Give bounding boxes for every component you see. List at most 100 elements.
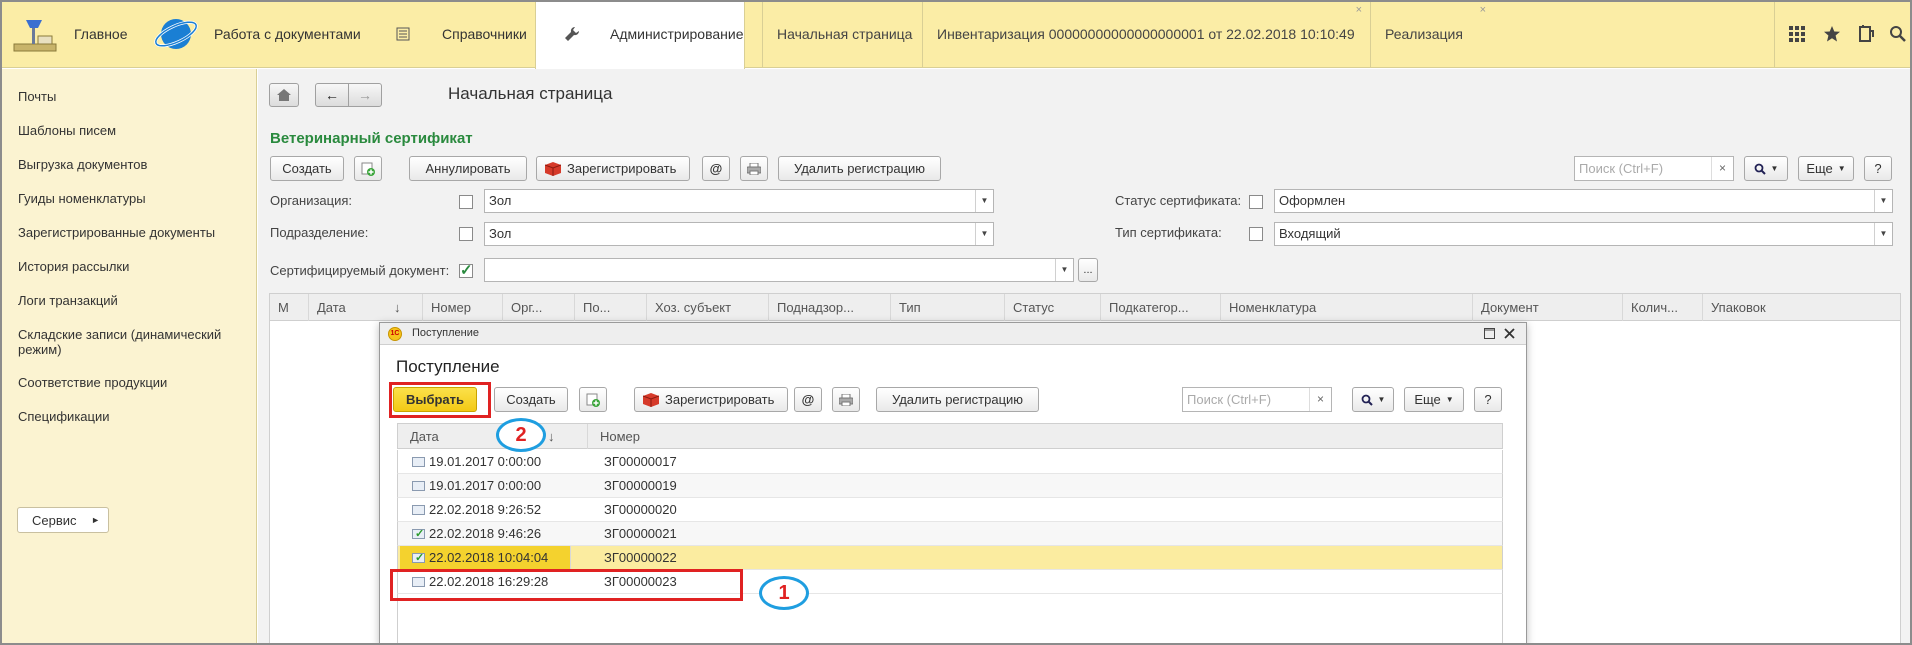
row-number: ЗГ00000022 bbox=[604, 550, 677, 565]
register-button[interactable]: Зарегистрировать bbox=[536, 156, 690, 181]
search-input[interactable]: Поиск (Ctrl+F) × bbox=[1574, 156, 1734, 181]
table-row[interactable]: 19.01.2017 0:00:00 ЗГ00000019 bbox=[397, 474, 1503, 498]
sidebar-item-specs[interactable]: Спецификации bbox=[18, 409, 243, 424]
home-button[interactable] bbox=[269, 83, 299, 107]
search-options-button[interactable]: ▼ bbox=[1744, 156, 1788, 181]
column-m[interactable]: М bbox=[270, 294, 308, 321]
sidebar-item-registered[interactable]: Зарегистрированные документы bbox=[18, 225, 243, 240]
navigation-panel: Почты Шаблоны писем Выгрузка документов … bbox=[0, 69, 257, 645]
history-icon[interactable] bbox=[1857, 25, 1875, 43]
chevron-right-icon: ► bbox=[91, 515, 100, 525]
column-organization[interactable]: Орг... bbox=[502, 294, 574, 321]
favorites-star-icon[interactable] bbox=[1823, 25, 1841, 43]
type-field[interactable]: Входящий ▼ bbox=[1274, 222, 1893, 246]
more-button[interactable]: Еще ▼ bbox=[1404, 387, 1464, 412]
section-documents[interactable]: Работа с документами bbox=[140, 0, 370, 68]
back-button[interactable]: ← bbox=[315, 83, 349, 107]
table-row[interactable]: 19.01.2017 0:00:00 ЗГ00000017 bbox=[397, 450, 1503, 474]
email-button[interactable]: @ bbox=[702, 156, 730, 181]
column-number[interactable]: Номер bbox=[588, 424, 788, 449]
help-button[interactable]: ? bbox=[1864, 156, 1892, 181]
section-main[interactable]: Главное bbox=[0, 0, 140, 68]
sidebar-item-warehouse[interactable]: Складские записи (динамический режим) bbox=[18, 327, 243, 357]
certified-doc-checkbox[interactable] bbox=[459, 261, 473, 279]
forward-button[interactable]: → bbox=[348, 83, 382, 107]
organization-value: Зол bbox=[489, 193, 512, 208]
column-number[interactable]: Номер bbox=[422, 294, 502, 321]
search-icon[interactable] bbox=[1889, 25, 1907, 43]
section-administration[interactable]: Администрирование bbox=[535, 0, 745, 69]
sidebar-item-mail[interactable]: Почты bbox=[18, 89, 243, 104]
clear-search-icon[interactable]: × bbox=[1309, 388, 1331, 411]
clear-search-icon[interactable]: × bbox=[1711, 157, 1733, 180]
dropdown-arrow-icon[interactable]: ▼ bbox=[975, 190, 993, 212]
subdivision-checkbox[interactable] bbox=[459, 227, 473, 241]
sidebar-item-logs[interactable]: Логи транзакций bbox=[18, 293, 243, 308]
sidebar-item-guids[interactable]: Гуиды номенклатуры bbox=[18, 191, 243, 206]
column-date[interactable]: Дата bbox=[308, 294, 386, 321]
certified-doc-field[interactable]: ▼ bbox=[484, 258, 1074, 282]
create-copy-button[interactable] bbox=[354, 156, 382, 181]
status-field[interactable]: Оформлен ▼ bbox=[1274, 189, 1893, 213]
print-button[interactable] bbox=[832, 387, 860, 412]
create-button[interactable]: Создать bbox=[494, 387, 568, 412]
dropdown-arrow-icon[interactable]: ▼ bbox=[1055, 259, 1073, 281]
search-input[interactable]: Поиск (Ctrl+F) × bbox=[1182, 387, 1332, 412]
sort-arrow-icon[interactable]: ↓ bbox=[548, 424, 572, 449]
sidebar-item-products[interactable]: Соответствие продукции bbox=[18, 375, 243, 390]
select-document-button[interactable]: ... bbox=[1078, 258, 1098, 282]
sidebar-item-history[interactable]: История рассылки bbox=[18, 259, 243, 274]
create-copy-button[interactable] bbox=[579, 387, 607, 412]
status-checkbox[interactable] bbox=[1249, 195, 1263, 209]
column-subcategory[interactable]: Подкатегор... bbox=[1100, 294, 1220, 321]
delete-registration-button[interactable]: Удалить регистрацию bbox=[778, 156, 941, 181]
delete-registration-button[interactable]: Удалить регистрацию bbox=[876, 387, 1039, 412]
dropdown-arrow-icon: ▼ bbox=[1837, 164, 1846, 173]
print-button[interactable] bbox=[740, 156, 768, 181]
table-row[interactable]: 22.02.2018 9:46:26 ЗГ00000021 bbox=[397, 522, 1503, 546]
dropdown-arrow-icon[interactable]: ▼ bbox=[975, 223, 993, 245]
email-button[interactable]: @ bbox=[794, 387, 822, 412]
column-business-entity[interactable]: Хоз. субъект bbox=[646, 294, 768, 321]
service-button[interactable]: Сервис ► bbox=[17, 507, 109, 533]
dropdown-arrow-icon[interactable]: ▼ bbox=[1874, 223, 1892, 245]
column-status[interactable]: Статус bbox=[1004, 294, 1100, 321]
page-title: Начальная страница bbox=[448, 84, 613, 103]
column-type[interactable]: Тип bbox=[890, 294, 1004, 321]
sort-arrow-icon[interactable]: ↓ bbox=[386, 294, 422, 321]
subdivision-label: Подразделение: bbox=[270, 225, 369, 240]
close-icon[interactable]: × bbox=[1356, 4, 1362, 16]
section-references[interactable]: Справочники bbox=[370, 0, 535, 68]
column-nomenclature[interactable]: Номенклатура bbox=[1220, 294, 1472, 321]
tab-inventory[interactable]: Инвентаризация 00000000000000000001 от 2… bbox=[922, 0, 1370, 68]
tab-start-page[interactable]: Начальная страница bbox=[762, 0, 922, 68]
highlight-selected-row bbox=[390, 569, 743, 601]
create-button[interactable]: Создать bbox=[270, 156, 344, 181]
sidebar-item-templates[interactable]: Шаблоны писем bbox=[18, 123, 243, 138]
close-icon[interactable] bbox=[1504, 328, 1515, 339]
sidebar-item-export[interactable]: Выгрузка документов bbox=[18, 157, 243, 172]
subdivision-field[interactable]: Зол ▼ bbox=[484, 222, 994, 246]
annul-button[interactable]: Аннулировать bbox=[409, 156, 527, 181]
column-subdivision[interactable]: По... bbox=[574, 294, 646, 321]
register-button[interactable]: Зарегистрировать bbox=[634, 387, 788, 412]
type-checkbox[interactable] bbox=[1249, 227, 1263, 241]
column-packages[interactable]: Упаковок bbox=[1702, 294, 1902, 321]
close-icon[interactable]: × bbox=[1480, 4, 1486, 16]
more-label: Еще bbox=[1414, 392, 1441, 407]
tab-sales[interactable]: Реализация × bbox=[1370, 0, 1494, 68]
column-supervised[interactable]: Поднадзор... bbox=[768, 294, 890, 321]
dropdown-arrow-icon[interactable]: ▼ bbox=[1874, 190, 1892, 212]
apps-grid-icon[interactable] bbox=[1789, 26, 1805, 42]
organization-checkbox[interactable] bbox=[459, 195, 473, 209]
organization-field[interactable]: Зол ▼ bbox=[484, 189, 994, 213]
more-button[interactable]: Еще ▼ bbox=[1798, 156, 1854, 181]
selected-table-row[interactable]: 22.02.2018 10:04:04 ЗГ00000022 bbox=[397, 546, 1503, 570]
maximize-icon[interactable] bbox=[1484, 328, 1495, 339]
column-document[interactable]: Документ bbox=[1472, 294, 1622, 321]
search-options-button[interactable]: ▼ bbox=[1352, 387, 1394, 412]
table-row[interactable]: 22.02.2018 9:26:52 ЗГ00000020 bbox=[397, 498, 1503, 522]
tab-label: Инвентаризация 00000000000000000001 от 2… bbox=[937, 26, 1355, 42]
help-button[interactable]: ? bbox=[1474, 387, 1502, 412]
column-quantity[interactable]: Колич... bbox=[1622, 294, 1702, 321]
